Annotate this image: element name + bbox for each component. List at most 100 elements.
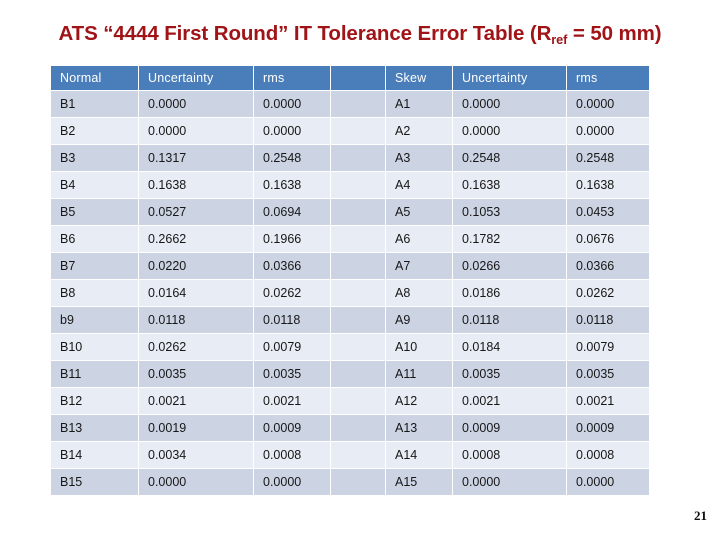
cell-spacer bbox=[331, 469, 385, 495]
cell-uncertainty-normal: 0.0527 bbox=[139, 199, 253, 225]
cell-normal: B4 bbox=[51, 172, 138, 198]
cell-uncertainty-normal: 0.0035 bbox=[139, 361, 253, 387]
cell-rms-skew: 0.0021 bbox=[567, 388, 649, 414]
cell-skew: A15 bbox=[386, 469, 452, 495]
column-header-rms-skew: rms bbox=[567, 66, 649, 90]
cell-uncertainty-skew: 0.0000 bbox=[453, 118, 566, 144]
cell-normal: B1 bbox=[51, 91, 138, 117]
cell-uncertainty-skew: 0.0021 bbox=[453, 388, 566, 414]
table-row: B4 0.1638 0.1638 A4 0.1638 0.1638 bbox=[51, 172, 649, 198]
cell-uncertainty-normal: 0.0220 bbox=[139, 253, 253, 279]
cell-rms-normal: 0.1966 bbox=[254, 226, 330, 252]
cell-spacer bbox=[331, 442, 385, 468]
cell-rms-normal: 0.0079 bbox=[254, 334, 330, 360]
cell-uncertainty-skew: 0.0184 bbox=[453, 334, 566, 360]
cell-rms-normal: 0.0694 bbox=[254, 199, 330, 225]
table-row: B15 0.0000 0.0000 A15 0.0000 0.0000 bbox=[51, 469, 649, 495]
cell-skew: A2 bbox=[386, 118, 452, 144]
cell-skew: A12 bbox=[386, 388, 452, 414]
page-number: 21 bbox=[694, 508, 707, 523]
column-header-rms-normal: rms bbox=[254, 66, 330, 90]
cell-spacer bbox=[331, 280, 385, 306]
cell-spacer bbox=[331, 199, 385, 225]
cell-normal: B5 bbox=[51, 199, 138, 225]
cell-uncertainty-normal: 0.0118 bbox=[139, 307, 253, 333]
table-row: B14 0.0034 0.0008 A14 0.0008 0.0008 bbox=[51, 442, 649, 468]
cell-rms-skew: 0.0262 bbox=[567, 280, 649, 306]
cell-normal: B11 bbox=[51, 361, 138, 387]
cell-spacer bbox=[331, 91, 385, 117]
cell-rms-normal: 0.0366 bbox=[254, 253, 330, 279]
cell-uncertainty-normal: 0.0034 bbox=[139, 442, 253, 468]
cell-spacer bbox=[331, 172, 385, 198]
it-tolerance-error-table: Normal Uncertainty rms Skew Uncertainty … bbox=[50, 65, 650, 496]
table-header: Normal Uncertainty rms Skew Uncertainty … bbox=[51, 66, 649, 90]
cell-rms-normal: 0.1638 bbox=[254, 172, 330, 198]
table-row: B6 0.2662 0.1966 A6 0.1782 0.0676 bbox=[51, 226, 649, 252]
cell-skew: A14 bbox=[386, 442, 452, 468]
table-row: B2 0.0000 0.0000 A2 0.0000 0.0000 bbox=[51, 118, 649, 144]
cell-normal: B8 bbox=[51, 280, 138, 306]
cell-uncertainty-skew: 0.0266 bbox=[453, 253, 566, 279]
cell-uncertainty-normal: 0.0000 bbox=[139, 118, 253, 144]
cell-skew: A9 bbox=[386, 307, 452, 333]
column-header-spacer bbox=[331, 66, 385, 90]
cell-normal: b9 bbox=[51, 307, 138, 333]
cell-spacer bbox=[331, 118, 385, 144]
cell-uncertainty-normal: 0.0019 bbox=[139, 415, 253, 441]
cell-uncertainty-skew: 0.0000 bbox=[453, 469, 566, 495]
cell-spacer bbox=[331, 226, 385, 252]
table-row: B11 0.0035 0.0035 A11 0.0035 0.0035 bbox=[51, 361, 649, 387]
cell-uncertainty-skew: 0.2548 bbox=[453, 145, 566, 171]
cell-uncertainty-normal: 0.1638 bbox=[139, 172, 253, 198]
table-row: B3 0.1317 0.2548 A3 0.2548 0.2548 bbox=[51, 145, 649, 171]
cell-uncertainty-skew: 0.0008 bbox=[453, 442, 566, 468]
cell-normal: B7 bbox=[51, 253, 138, 279]
cell-spacer bbox=[331, 334, 385, 360]
cell-normal: B2 bbox=[51, 118, 138, 144]
cell-uncertainty-skew: 0.1638 bbox=[453, 172, 566, 198]
cell-normal: B13 bbox=[51, 415, 138, 441]
cell-uncertainty-normal: 0.1317 bbox=[139, 145, 253, 171]
cell-uncertainty-skew: 0.0118 bbox=[453, 307, 566, 333]
cell-normal: B15 bbox=[51, 469, 138, 495]
cell-rms-normal: 0.0009 bbox=[254, 415, 330, 441]
column-header-normal: Normal bbox=[51, 66, 138, 90]
cell-rms-skew: 0.0035 bbox=[567, 361, 649, 387]
cell-normal: B14 bbox=[51, 442, 138, 468]
cell-rms-normal: 0.2548 bbox=[254, 145, 330, 171]
page-title-subscript: ref bbox=[551, 32, 568, 47]
table-row: B12 0.0021 0.0021 A12 0.0021 0.0021 bbox=[51, 388, 649, 414]
cell-spacer bbox=[331, 415, 385, 441]
cell-rms-normal: 0.0021 bbox=[254, 388, 330, 414]
table-row: B8 0.0164 0.0262 A8 0.0186 0.0262 bbox=[51, 280, 649, 306]
cell-rms-normal: 0.0000 bbox=[254, 91, 330, 117]
cell-uncertainty-normal: 0.2662 bbox=[139, 226, 253, 252]
cell-normal: B3 bbox=[51, 145, 138, 171]
page-title-prefix: ATS “4444 First Round” IT Tolerance Erro… bbox=[58, 22, 552, 45]
cell-skew: A13 bbox=[386, 415, 452, 441]
column-header-uncertainty-skew: Uncertainty bbox=[453, 66, 566, 90]
cell-uncertainty-skew: 0.1782 bbox=[453, 226, 566, 252]
cell-normal: B10 bbox=[51, 334, 138, 360]
page-title: ATS “4444 First Round” IT Tolerance Erro… bbox=[0, 22, 720, 47]
table-row: B7 0.0220 0.0366 A7 0.0266 0.0366 bbox=[51, 253, 649, 279]
cell-skew: A8 bbox=[386, 280, 452, 306]
cell-rms-skew: 0.1638 bbox=[567, 172, 649, 198]
cell-uncertainty-skew: 0.0009 bbox=[453, 415, 566, 441]
cell-rms-skew: 0.0000 bbox=[567, 91, 649, 117]
cell-rms-skew: 0.0000 bbox=[567, 469, 649, 495]
table-row: B5 0.0527 0.0694 A5 0.1053 0.0453 bbox=[51, 199, 649, 225]
table-row: B13 0.0019 0.0009 A13 0.0009 0.0009 bbox=[51, 415, 649, 441]
cell-normal: B6 bbox=[51, 226, 138, 252]
cell-rms-skew: 0.0453 bbox=[567, 199, 649, 225]
cell-skew: A7 bbox=[386, 253, 452, 279]
cell-spacer bbox=[331, 307, 385, 333]
column-header-uncertainty-normal: Uncertainty bbox=[139, 66, 253, 90]
cell-rms-normal: 0.0035 bbox=[254, 361, 330, 387]
cell-rms-normal: 0.0000 bbox=[254, 469, 330, 495]
cell-skew: A10 bbox=[386, 334, 452, 360]
table-header-row: Normal Uncertainty rms Skew Uncertainty … bbox=[51, 66, 649, 90]
cell-rms-skew: 0.0079 bbox=[567, 334, 649, 360]
cell-rms-skew: 0.0008 bbox=[567, 442, 649, 468]
